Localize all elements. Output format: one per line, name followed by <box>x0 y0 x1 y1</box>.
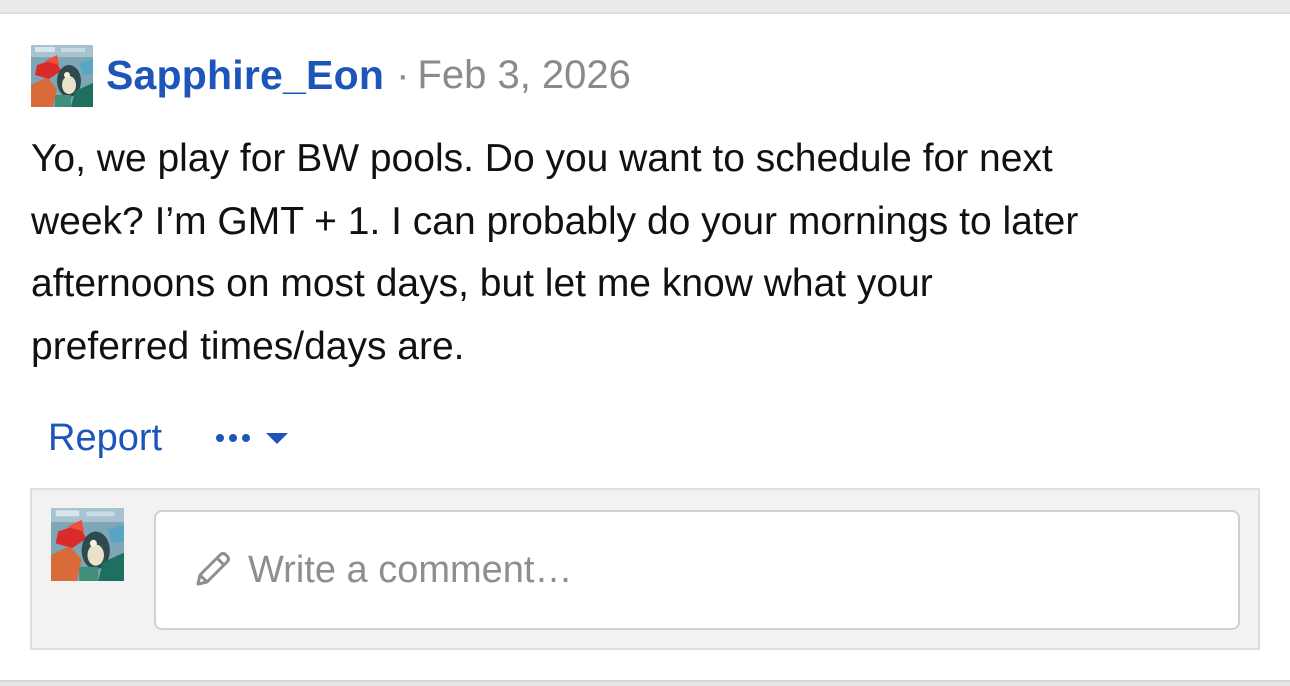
post-header: Sapphire_Eon · Feb 3, 2026 <box>31 44 631 107</box>
bottom-divider <box>0 680 1290 686</box>
post-date: Feb 3, 2026 <box>417 53 631 97</box>
pokemon-avatar-icon <box>31 44 93 107</box>
post-body-line: afternoons on most days, but let me know… <box>31 262 933 305</box>
report-link[interactable]: Report <box>48 417 162 460</box>
comment-placeholder: Write a comment… <box>248 548 573 591</box>
commenter-avatar <box>51 508 124 581</box>
post-actions: Report <box>48 410 290 466</box>
top-divider <box>0 0 1290 14</box>
post-body: Yo, we play for BW pools. Do you want to… <box>31 128 1271 378</box>
more-options-menu[interactable] <box>214 430 290 446</box>
post-body-line: preferred times/days are. <box>31 324 465 368</box>
post-body-line: Yo, we play for BW pools. Do you want to… <box>31 137 1053 180</box>
comment-composer: Write a comment… <box>30 488 1260 650</box>
meta-separator: · <box>396 53 410 97</box>
author-name-link[interactable]: Sapphire_Eon <box>106 52 384 99</box>
comment-input[interactable]: Write a comment… <box>154 510 1240 630</box>
caret-down-icon <box>266 433 289 444</box>
ellipsis-icon <box>216 434 251 442</box>
post-card: Sapphire_Eon · Feb 3, 2026 Yo, we play f… <box>0 0 1290 686</box>
author-avatar[interactable] <box>31 44 93 107</box>
pokemon-avatar-icon <box>51 508 124 581</box>
post-body-line: week? I’m GMT + 1. I can probably do you… <box>31 199 1079 243</box>
pencil-icon <box>196 552 230 586</box>
